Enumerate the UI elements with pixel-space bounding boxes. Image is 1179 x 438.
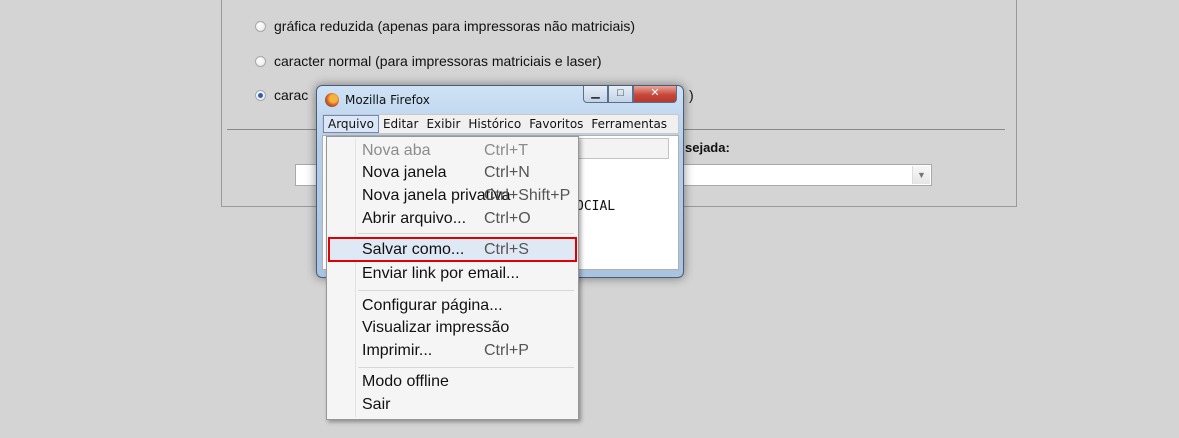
option-label: caracter normal (para impressoras matric… — [274, 53, 602, 69]
minimize-button[interactable]: ▁ — [583, 86, 608, 103]
menu-item-shortcut: Ctrl+S — [484, 241, 529, 258]
window-title: Mozilla Firefox — [345, 93, 430, 107]
option-label-suffix: ) — [689, 87, 694, 103]
menu-editar[interactable]: Editar — [379, 115, 423, 133]
option-reduced-graphic[interactable]: gráfica reduzida (apenas para impressora… — [255, 15, 635, 37]
address-bar[interactable] — [577, 138, 669, 159]
option-label: carac — [274, 87, 309, 103]
menu-separator — [358, 367, 574, 368]
chevron-down-icon[interactable]: ▼ — [912, 166, 930, 184]
menu-item-nova-aba[interactable]: Nova aba Ctrl+T — [362, 141, 572, 161]
menu-item-configurar-pagina[interactable]: Configurar página... — [362, 296, 572, 316]
menu-item-nova-janela[interactable]: Nova janela Ctrl+N — [362, 163, 572, 183]
option-normal-character[interactable]: caracter normal (para impressoras matric… — [255, 50, 602, 72]
option-selected[interactable]: carac — [255, 84, 308, 106]
menu-item-label: Enviar link por email... — [362, 265, 520, 282]
menu-separator — [358, 290, 574, 291]
menu-item-nova-janela-privativa[interactable]: Nova janela privativa Ctrl+Shift+P — [362, 186, 572, 206]
window-titlebar[interactable]: Mozilla Firefox ▁ □ ✕ — [317, 86, 683, 112]
menu-item-salvar-como[interactable]: Salvar como... Ctrl+S — [362, 240, 572, 260]
menu-item-enviar-link[interactable]: Enviar link por email... — [362, 264, 572, 284]
menu-item-label: Visualizar impressão — [362, 319, 510, 336]
menu-exibir[interactable]: Exibir — [422, 115, 464, 133]
radio-checked-icon[interactable] — [255, 89, 266, 101]
menu-item-label: Imprimir... — [362, 342, 433, 359]
menu-item-imprimir[interactable]: Imprimir... Ctrl+P — [362, 341, 572, 361]
menu-item-modo-offline[interactable]: Modo offline — [362, 372, 572, 392]
menu-item-abrir-arquivo[interactable]: Abrir arquivo... Ctrl+O — [362, 209, 572, 229]
menu-item-label: Configurar página... — [362, 297, 503, 314]
menu-favoritos[interactable]: Favoritos — [525, 115, 587, 133]
window-controls: ▁ □ ✕ — [583, 86, 677, 103]
menu-historico[interactable]: Histórico — [464, 115, 525, 133]
menu-item-label: Salvar como... — [362, 241, 465, 258]
close-button[interactable]: ✕ — [633, 86, 677, 103]
menu-separator — [358, 233, 574, 234]
menu-item-shortcut: Ctrl+P — [484, 342, 529, 359]
maximize-button[interactable]: □ — [608, 86, 633, 103]
format-label: sejada: — [685, 140, 730, 155]
menu-item-label: Nova aba — [362, 142, 431, 159]
menu-arquivo[interactable]: Arquivo — [323, 115, 379, 133]
menu-item-shortcut: Ctrl+Shift+P — [484, 187, 571, 204]
firefox-logo-icon — [325, 93, 339, 107]
radio-icon[interactable] — [255, 20, 266, 32]
menu-ferramentas[interactable]: Ferramentas — [587, 115, 671, 133]
menu-item-visualizar-impressao[interactable]: Visualizar impressão — [362, 318, 572, 338]
option-label: gráfica reduzida (apenas para impressora… — [274, 18, 636, 34]
preview-text: OCIAL — [576, 199, 616, 214]
menu-item-shortcut: Ctrl+N — [484, 164, 530, 181]
menu-item-sair[interactable]: Sair — [362, 395, 572, 415]
menu-item-label: Abrir arquivo... — [362, 210, 467, 227]
menu-item-shortcut: Ctrl+T — [484, 142, 528, 159]
menu-item-label: Modo offline — [362, 373, 449, 390]
radio-icon[interactable] — [255, 55, 266, 67]
menu-bar: Arquivo Editar Exibir Histórico Favorito… — [322, 114, 679, 134]
menu-item-shortcut: Ctrl+O — [484, 210, 531, 227]
menu-item-label: Sair — [362, 396, 391, 413]
menu-item-label: Nova janela — [362, 164, 447, 181]
